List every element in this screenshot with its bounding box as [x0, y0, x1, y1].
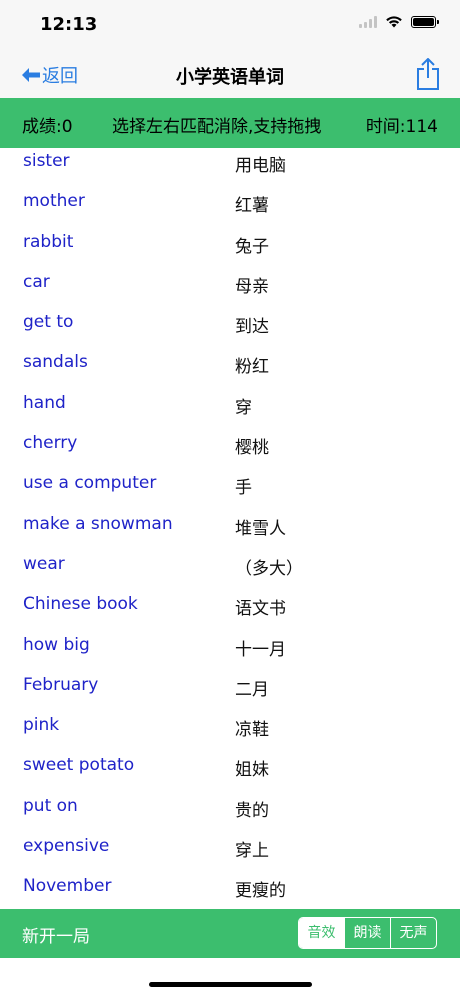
word-row: how big 十一月 [0, 626, 460, 666]
english-word[interactable]: wear [23, 554, 65, 574]
chinese-word[interactable]: 到达 [235, 312, 269, 337]
word-row: make a snowman 堆雪人 [0, 505, 460, 545]
word-row: Chinese book 语文书 [0, 585, 460, 625]
chinese-word[interactable]: 更瘦的 [235, 876, 286, 901]
english-word[interactable]: cherry [23, 433, 77, 453]
english-word[interactable]: mother [23, 191, 85, 211]
english-word[interactable]: get to [23, 312, 73, 332]
chinese-word[interactable]: 红薯 [235, 191, 269, 216]
chinese-word[interactable]: 穿上 [235, 836, 269, 861]
battery-icon [411, 15, 439, 28]
chinese-word[interactable]: 堆雪人 [235, 514, 286, 539]
word-row: pink 凉鞋 [0, 706, 460, 746]
word-row: put on 贵的 [0, 787, 460, 827]
word-row: sweet potato 姐妹 [0, 746, 460, 786]
word-row: February 二月 [0, 666, 460, 706]
word-row: mother 红薯 [0, 182, 460, 222]
word-row: use a computer 手 [0, 464, 460, 504]
word-row: expensive 穿上 [0, 827, 460, 867]
english-word[interactable]: make a snowman [23, 514, 173, 534]
chinese-word[interactable]: 樱桃 [235, 433, 269, 458]
chinese-word[interactable]: 母亲 [235, 272, 269, 297]
word-row: car 母亲 [0, 263, 460, 303]
english-word[interactable]: sweet potato [23, 755, 134, 775]
chinese-word[interactable]: 凉鞋 [235, 715, 269, 740]
english-word[interactable]: how big [23, 635, 90, 655]
timer-label: 时间:114 [365, 117, 438, 137]
english-word[interactable]: sandals [23, 352, 88, 372]
english-word[interactable]: November [23, 876, 111, 896]
sound-effect-option[interactable]: 音效 [299, 918, 344, 948]
word-row: sandals 粉红 [0, 343, 460, 383]
english-word[interactable]: put on [23, 796, 78, 816]
word-row: hand 穿 [0, 384, 460, 424]
english-word[interactable]: February [23, 675, 98, 695]
english-word[interactable]: pink [23, 715, 59, 735]
english-word[interactable]: sister [23, 151, 70, 171]
status-icons [359, 15, 439, 28]
chinese-word[interactable]: 手 [235, 473, 252, 498]
chinese-word[interactable]: 穿 [235, 393, 252, 418]
mute-option[interactable]: 无声 [390, 918, 436, 948]
navigation-bar: 返回 小学英语单词 [0, 50, 460, 98]
chinese-word[interactable]: 粉红 [235, 352, 269, 377]
share-icon [417, 57, 439, 90]
score-label: 成绩:0 [22, 117, 73, 137]
english-word[interactable]: hand [23, 393, 66, 413]
chinese-word[interactable]: 用电脑 [235, 151, 286, 176]
word-row: rabbit 兔子 [0, 223, 460, 263]
word-row: get to 到达 [0, 303, 460, 343]
page-title: 小学英语单词 [176, 67, 284, 88]
status-bar: 12:13 [0, 0, 460, 50]
read-aloud-option[interactable]: 朗读 [344, 918, 390, 948]
home-indicator[interactable] [149, 982, 312, 987]
chinese-word[interactable]: （多大） [235, 554, 303, 579]
chinese-word[interactable]: 语文书 [235, 594, 286, 619]
word-row: wear （多大） [0, 545, 460, 585]
chinese-word[interactable]: 姐妹 [235, 755, 269, 780]
chinese-word[interactable]: 十一月 [235, 635, 286, 660]
chinese-word[interactable]: 贵的 [235, 796, 269, 821]
chinese-word[interactable]: 二月 [235, 675, 269, 700]
english-word[interactable]: car [23, 272, 50, 292]
word-row: cherry 樱桃 [0, 424, 460, 464]
english-word[interactable]: use a computer [23, 473, 156, 493]
share-button[interactable] [416, 57, 440, 94]
new-game-button[interactable]: 新开一局 [22, 922, 90, 947]
sound-mode-selector: 音效 朗读 无声 [298, 917, 437, 949]
word-list: sister 用电脑 mother 红薯 rabbit 兔子 car 母亲 ge… [0, 142, 460, 908]
home-indicator-area [0, 958, 460, 996]
info-bar: 成绩:0 选择左右匹配消除,支持拖拽 时间:114 [0, 98, 460, 148]
bottom-toolbar: 新开一局 音效 朗读 无声 [0, 909, 460, 958]
signal-icon [359, 15, 377, 28]
chinese-word[interactable]: 兔子 [235, 232, 269, 257]
wifi-icon [386, 16, 402, 28]
word-row: November 更瘦的 [0, 867, 460, 907]
english-word[interactable]: rabbit [23, 232, 73, 252]
hint-label: 选择左右匹配消除,支持拖拽 [112, 117, 322, 137]
english-word[interactable]: expensive [23, 836, 109, 856]
word-row: sister 用电脑 [0, 142, 460, 182]
status-time: 12:13 [40, 14, 98, 35]
english-word[interactable]: Chinese book [23, 594, 138, 614]
